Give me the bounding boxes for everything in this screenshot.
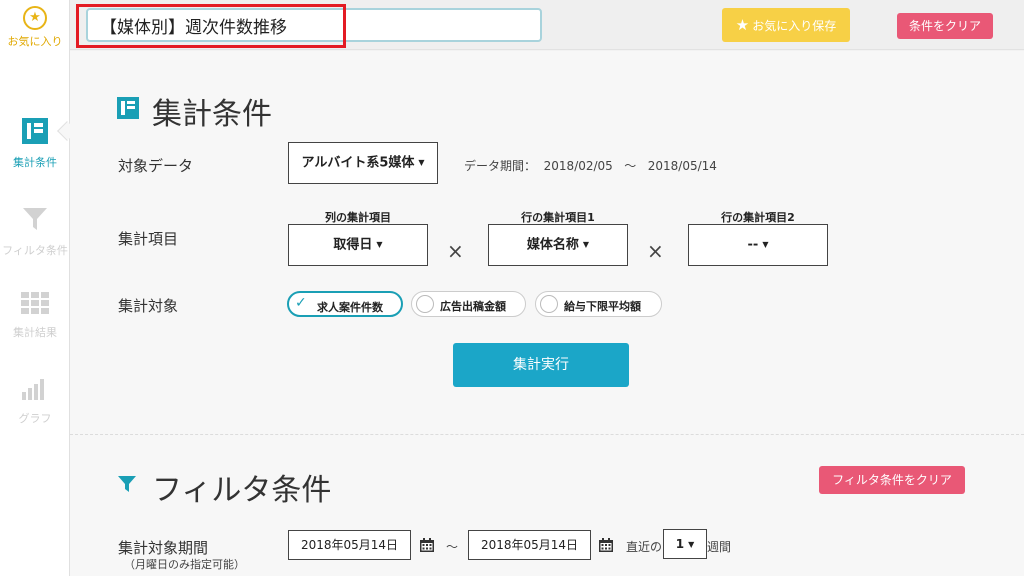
sidebar-item-label: フィルタ条件 xyxy=(2,244,68,257)
sidebar-item-label: 集計結果 xyxy=(13,326,57,339)
sidebar-item-result[interactable]: 集計結果 xyxy=(0,292,70,340)
caret-down-icon: ▼ xyxy=(762,240,769,249)
target-data-label: 対象データ xyxy=(118,157,194,175)
sidebar-item-graph[interactable]: グラフ xyxy=(0,378,70,426)
select-value: 1 xyxy=(675,537,685,551)
period-tilde: ～ xyxy=(624,159,637,173)
sidebar-item-filter[interactable]: フィルタ条件 xyxy=(0,206,70,258)
sidebar-item-label: 集計条件 xyxy=(13,156,57,169)
sidebar-item-aggregation[interactable]: 集計条件 xyxy=(0,118,70,170)
star-icon: ★ xyxy=(735,16,750,34)
conditions-icon xyxy=(22,118,48,144)
row-item2-select[interactable]: -- ▼ xyxy=(688,224,828,266)
section-divider xyxy=(70,434,1024,435)
favorite-save-button[interactable]: ★ お気に入り保存 xyxy=(722,8,850,42)
period-start: 2018/02/05 xyxy=(543,159,613,173)
chip-label: 広告出稿金額 xyxy=(440,300,506,313)
sidebar: ★ お気に入り 集計条件 フィルタ条件 集計結果 グラフ xyxy=(0,0,77,576)
radio-circle-icon xyxy=(540,295,558,313)
row-item2-head: 行の集計項目2 xyxy=(721,211,795,224)
funnel-icon xyxy=(23,208,47,230)
caret-down-icon: ▼ xyxy=(688,539,695,549)
sidebar-item-label: グラフ xyxy=(18,412,52,425)
funnel-icon xyxy=(118,476,136,492)
period-label: データ期間： xyxy=(464,159,537,173)
select-value: 取得日 xyxy=(333,237,373,253)
sidebar-item-label: お気に入り xyxy=(7,35,63,48)
section-title-aggregation: 集計条件 xyxy=(152,97,272,132)
row-item1-head: 行の集計項目1 xyxy=(521,211,595,224)
col-item-select[interactable]: 取得日 ▼ xyxy=(288,224,428,266)
main-content: 集計条件 対象データ アルバイト系5媒体 ▼ データ期間： 2018/02/05 … xyxy=(70,51,1024,576)
chip-label: 求人案件件数 xyxy=(317,301,383,314)
clear-filter-button[interactable]: フィルタ条件をクリア xyxy=(819,466,965,494)
caret-down-icon: ▼ xyxy=(376,240,383,249)
calendar-icon[interactable] xyxy=(599,538,613,552)
target-chip-job-count[interactable]: ✓ 求人案件件数 xyxy=(287,291,403,317)
select-value: -- xyxy=(747,237,759,253)
col-item-head: 列の集計項目 xyxy=(325,211,391,224)
date-range-tilde: ～ xyxy=(446,540,459,554)
section-title-filter: フィルタ条件 xyxy=(152,473,332,508)
recent-suffix: 週間 xyxy=(707,540,732,554)
target-label: 集計対象 xyxy=(118,297,179,315)
report-title-input[interactable] xyxy=(86,8,542,42)
period-end: 2018/05/14 xyxy=(647,159,717,173)
chip-label: 給与下限平均額 xyxy=(564,300,641,313)
recent-weeks-select[interactable]: 1 ▼ xyxy=(663,529,707,559)
run-aggregation-button[interactable]: 集計実行 xyxy=(453,343,629,387)
clear-conditions-button[interactable]: 条件をクリア xyxy=(897,13,993,39)
target-chip-salary-avg[interactable]: 給与下限平均額 xyxy=(535,291,662,317)
target-chip-ad-amount[interactable]: 広告出稿金額 xyxy=(411,291,526,317)
favorite-save-label: お気に入り保存 xyxy=(752,19,837,33)
check-icon: ✓ xyxy=(295,295,307,311)
conditions-icon xyxy=(117,97,139,119)
recent-prefix: 直近の xyxy=(626,540,663,554)
target-data-select[interactable]: アルバイト系5媒体 ▼ xyxy=(288,142,438,184)
caret-down-icon: ▼ xyxy=(418,158,425,167)
select-value: 媒体名称 xyxy=(526,237,579,253)
grid-icon xyxy=(21,292,49,314)
filter-period-label: 集計対象期間 xyxy=(118,539,209,557)
caret-down-icon: ▼ xyxy=(582,240,590,249)
date-from-input[interactable]: 2018年05月14日 xyxy=(288,530,411,560)
times-icon: × xyxy=(647,239,664,263)
sidebar-item-favorite[interactable]: ★ お気に入り xyxy=(0,0,70,80)
radio-circle-icon xyxy=(416,295,434,313)
date-to-input[interactable]: 2018年05月14日 xyxy=(468,530,591,560)
calendar-icon[interactable] xyxy=(420,538,434,552)
filter-period-note: （月曜日のみ指定可能） xyxy=(124,558,245,571)
star-icon: ★ xyxy=(23,6,47,30)
select-value: アルバイト系5媒体 xyxy=(301,155,415,171)
top-bar: ★お気に入り保存 条件をクリア xyxy=(70,0,1024,50)
data-period: データ期間： 2018/02/05 ～ 2018/05/14 xyxy=(464,157,717,174)
bar-chart-icon xyxy=(22,379,44,400)
row-item1-select[interactable]: 媒体名称 ▼ xyxy=(488,224,628,266)
items-label: 集計項目 xyxy=(118,230,179,248)
times-icon: × xyxy=(447,239,464,263)
